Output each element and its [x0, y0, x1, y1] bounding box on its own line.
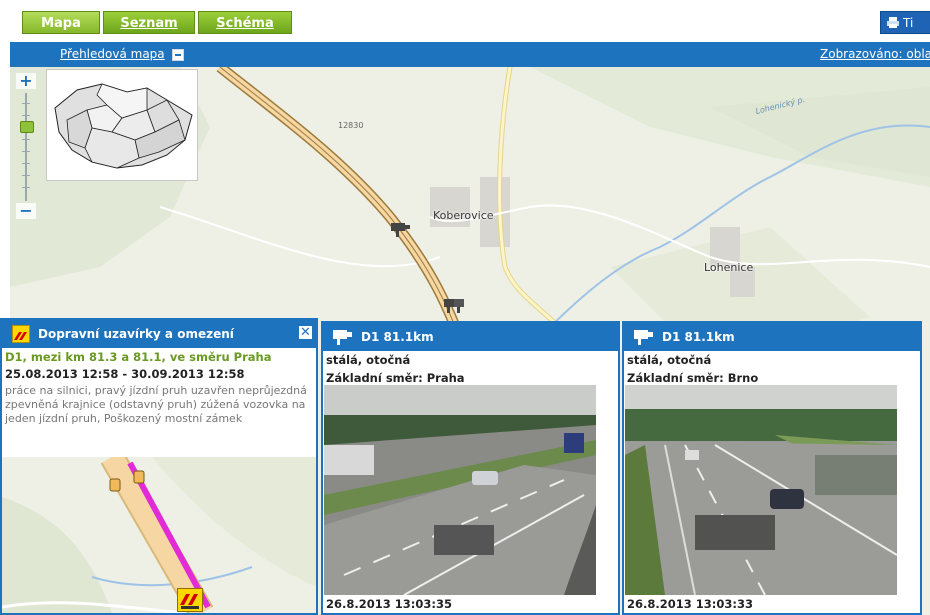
closure-panel-title: Dopravní uzavírky a omezení — [38, 327, 234, 341]
zoom-in-icon[interactable]: + — [16, 73, 36, 89]
czech-regions-map — [54, 83, 193, 169]
print-label: Ti — [903, 16, 914, 30]
closure-dates: 25.08.2013 12:58 - 30.09.2013 12:58 — [5, 367, 245, 381]
closure-title: D1, mezi km 81.3 a 81.1, ve směru Praha — [5, 350, 272, 364]
tab-map[interactable]: Mapa — [22, 11, 100, 34]
camera-title: D1 81.1km — [662, 330, 735, 344]
zoom-out-icon[interactable]: − — [16, 203, 36, 219]
camera-marker[interactable] — [443, 297, 465, 313]
road-works-marker[interactable] — [177, 588, 203, 612]
road-works-icon — [12, 325, 30, 343]
print-button[interactable]: Ti — [880, 11, 930, 34]
top-toolbar: Mapa Seznam Schéma Ti — [0, 0, 930, 40]
printer-icon — [887, 17, 899, 28]
zoom-control[interactable]: + − — [16, 73, 36, 221]
zoom-track[interactable] — [25, 93, 27, 201]
zoom-tick — [22, 103, 30, 104]
place-label-koberovice: Koberovice — [433, 209, 494, 222]
overview-minimap[interactable] — [46, 69, 198, 181]
camera-type: stálá, otočná — [326, 353, 411, 367]
camera-panel-brno: D1 81.1km stálá, otočná Základní směr: B… — [622, 321, 922, 615]
shown-area-link[interactable]: Zobrazováno: oblas — [820, 47, 930, 61]
camera-timestamp: 26.8.2013 13:03:35 — [326, 597, 452, 611]
zoom-tick — [22, 175, 30, 176]
collapse-icon[interactable] — [172, 49, 184, 61]
tab-schema[interactable]: Schéma — [198, 11, 292, 34]
zoom-tick — [22, 151, 30, 152]
camera-timestamp: 26.8.2013 13:03:33 — [627, 597, 753, 611]
close-icon[interactable]: ✕ — [298, 325, 313, 340]
camera-panel-header: D1 81.1km — [323, 323, 618, 351]
closure-panel-header: Dopravní uzavírky a omezení ✕ — [2, 320, 316, 348]
camera-icon — [634, 330, 653, 345]
camera-type: stálá, otočná — [627, 353, 712, 367]
camera-snapshot[interactable] — [625, 385, 897, 595]
zoom-tick — [22, 163, 30, 164]
place-label-lohenice: Lohenice — [704, 261, 754, 274]
camera-icon — [333, 330, 352, 345]
camera-snapshot[interactable] — [324, 385, 596, 595]
road-number-label: 12830 — [338, 121, 364, 130]
camera-title: D1 81.1km — [361, 330, 434, 344]
camera-snapshot-image — [324, 385, 596, 595]
map-header: Přehledová mapa Zobrazováno: oblas — [10, 42, 930, 67]
camera-marker[interactable] — [390, 221, 412, 237]
closure-info-panel: Dopravní uzavírky a omezení ✕ D1, mezi k… — [0, 318, 318, 615]
closure-detail-map[interactable] — [2, 457, 316, 613]
camera-direction: Základní směr: Praha — [326, 371, 465, 385]
tab-list[interactable]: Seznam — [103, 11, 195, 34]
closure-description: práce na silnici, pravý jízdní pruh uzav… — [5, 384, 307, 425]
camera-panel-praha: D1 81.1km stálá, otočná Základní směr: P… — [321, 321, 620, 615]
camera-snapshot-image — [625, 385, 897, 595]
detail-map-base — [2, 457, 316, 613]
zoom-slider-handle[interactable] — [20, 121, 34, 133]
camera-panel-header: D1 81.1km — [624, 323, 920, 351]
camera-direction: Základní směr: Brno — [627, 371, 759, 385]
zoom-tick — [22, 139, 30, 140]
overview-map-link[interactable]: Přehledová mapa — [60, 47, 165, 61]
zoom-tick — [22, 115, 30, 116]
zoom-tick — [22, 187, 30, 188]
